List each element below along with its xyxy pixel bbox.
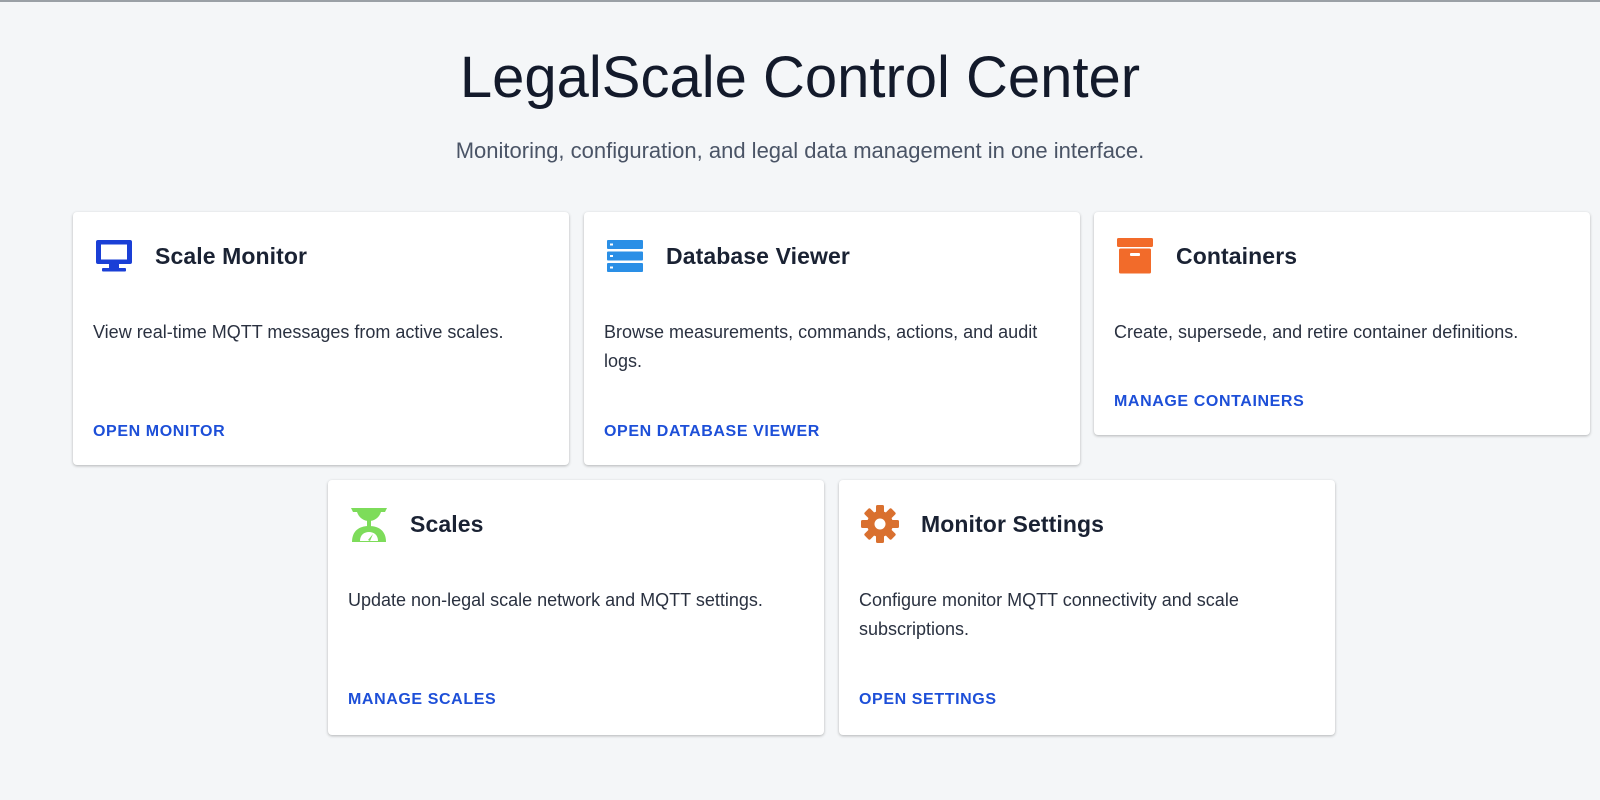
gear-icon xyxy=(859,503,901,545)
card-description: View real-time MQTT messages from active… xyxy=(93,322,504,342)
monitor-icon xyxy=(93,235,135,277)
card-header: Containers xyxy=(1114,234,1297,278)
card-title: Scales xyxy=(410,510,484,537)
page-subtitle: Monitoring, configuration, and legal dat… xyxy=(455,138,1145,163)
card-header: Monitor Settings xyxy=(859,502,1104,546)
manage-containers-button[interactable]: MANAGE CONTAINERS xyxy=(1114,393,1304,411)
card-database-viewer: Database Viewer Browse measurements, com… xyxy=(584,212,1080,465)
card-description: Update non-legal scale network and MQTT … xyxy=(348,590,763,610)
card-title: Containers xyxy=(1176,242,1298,269)
card-title: Scale Monitor xyxy=(155,242,308,269)
card-title: Database Viewer xyxy=(666,242,850,269)
database-icon xyxy=(604,235,646,277)
card-header: Scales xyxy=(348,502,484,546)
card-description: Browse measurements, commands, actions, … xyxy=(604,322,1038,371)
card-containers: Containers Create, supersede, and retire… xyxy=(1094,212,1590,435)
open-monitor-button[interactable]: OPEN MONITOR xyxy=(93,423,225,441)
page-title: LegalScale Control Center xyxy=(459,45,1141,110)
card-title: Monitor Settings xyxy=(921,510,1105,537)
open-settings-button[interactable]: OPEN SETTINGS xyxy=(859,691,997,709)
card-header: Scale Monitor xyxy=(93,234,307,278)
archive-box-icon xyxy=(1114,235,1156,277)
open-database-viewer-button[interactable]: OPEN DATABASE VIEWER xyxy=(604,423,820,441)
card-description: Create, supersede, and retire container … xyxy=(1114,322,1519,342)
card-description: Configure monitor MQTT connectivity and … xyxy=(859,590,1239,639)
card-header: Database Viewer xyxy=(604,234,850,278)
manage-scales-button[interactable]: MANAGE SCALES xyxy=(348,691,496,709)
card-scales: Scales Update non-legal scale network an… xyxy=(328,480,824,735)
scale-icon xyxy=(348,503,390,545)
card-scale-monitor: Scale Monitor View real-time MQTT messag… xyxy=(73,212,569,465)
card-monitor-settings: Monitor Settings Configure monitor MQTT … xyxy=(839,480,1335,735)
